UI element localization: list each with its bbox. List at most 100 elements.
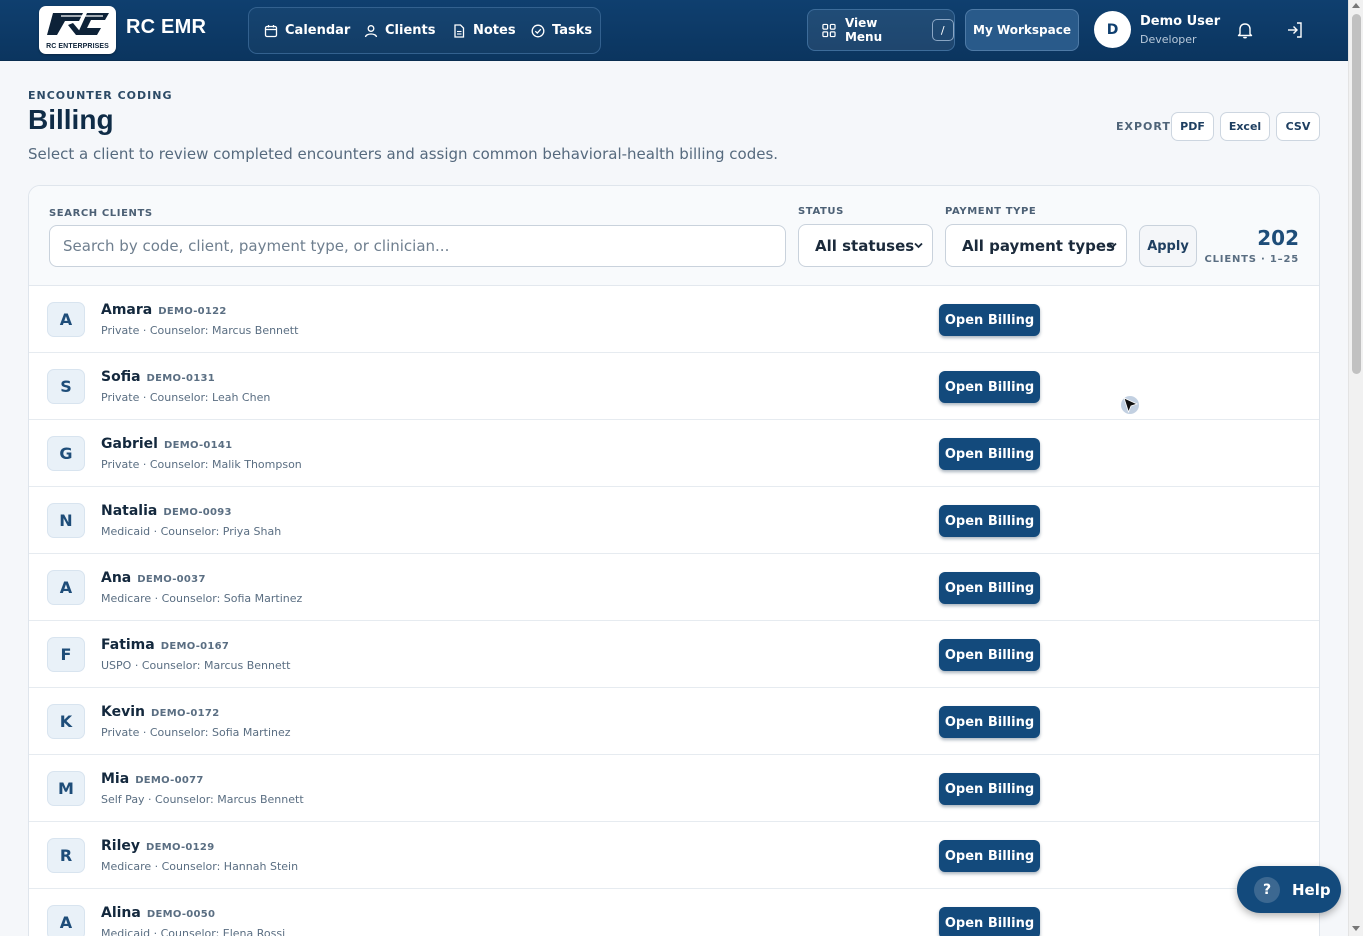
client-code: DEMO-0093 <box>163 507 232 518</box>
client-code: DEMO-0167 <box>160 641 230 652</box>
client-row: G Gabriel DEMO-0141 Private · Counselor: Ma… <box>29 420 1319 487</box>
client-code: DEMO-0077 <box>135 775 204 786</box>
client-meta: Medicaid · Counselor: Priya Shah <box>101 525 282 538</box>
export-pdf-button[interactable]: PDF <box>1171 112 1214 141</box>
client-code: DEMO-0122 <box>158 306 227 317</box>
client-meta: Medicaid · Counselor: Elena Rossi <box>101 927 286 936</box>
export-label: EXPORT <box>1116 120 1171 133</box>
client-name: Alina DEMO-0050 <box>101 905 215 921</box>
scrollbar-thumb[interactable] <box>1352 14 1361 374</box>
apply-filters-button[interactable]: Apply <box>1139 225 1197 267</box>
chevron-down-icon <box>914 242 923 249</box>
export-csv-button[interactable]: CSV <box>1276 112 1320 141</box>
help-button[interactable]: ? Help <box>1237 866 1341 913</box>
user-avatar[interactable]: D <box>1094 11 1131 48</box>
logout-button[interactable] <box>1284 19 1306 41</box>
client-name-text: Ana <box>101 570 132 586</box>
company-logo[interactable]: RC ENTERPRISES <box>39 6 116 54</box>
client-row: M Mia DEMO-0077 Self Pay · Counselor: Marcu… <box>29 755 1319 822</box>
client-name-text: Riley <box>101 838 140 854</box>
nav-clients-label: Clients <box>385 23 436 38</box>
export-excel-button[interactable]: Excel <box>1220 112 1270 141</box>
open-billing-button[interactable]: Open Billing <box>939 840 1040 872</box>
main-nav: Calendar Clients Notes Tasks <box>248 7 601 54</box>
top-navigation-bar: RC ENTERPRISES RC EMR Calendar Clients N… <box>0 0 1348 61</box>
notifications-button[interactable] <box>1234 19 1256 41</box>
client-row: K Kevin DEMO-0172 Private · Counselor: Sofi… <box>29 688 1319 755</box>
open-billing-button[interactable]: Open Billing <box>939 438 1040 470</box>
filter-bar: SEARCH CLIENTS STATUS All statuses PAYME… <box>29 186 1319 286</box>
status-select[interactable]: All statuses <box>798 224 933 267</box>
client-initial-avatar: K <box>47 704 85 739</box>
check-circle-icon <box>531 24 545 37</box>
scroll-down-arrow-icon[interactable] <box>1352 926 1360 931</box>
nav-tasks[interactable]: Tasks <box>531 8 592 53</box>
client-initial-avatar: R <box>47 838 85 873</box>
client-meta: Private · Counselor: Leah Chen <box>101 391 271 404</box>
open-billing-button[interactable]: Open Billing <box>939 706 1040 738</box>
client-row: A Amara DEMO-0122 Private · Counselor: Marc… <box>29 286 1319 353</box>
page-eyebrow: ENCOUNTER CODING <box>28 89 173 102</box>
client-initial-avatar: G <box>47 436 85 471</box>
client-name: Ana DEMO-0037 <box>101 570 206 586</box>
nav-tasks-label: Tasks <box>552 23 593 38</box>
open-billing-button[interactable]: Open Billing <box>939 371 1040 403</box>
status-select-value: All statuses <box>815 236 915 255</box>
nav-clients[interactable]: Clients <box>364 8 435 53</box>
page-description: Select a client to review completed enco… <box>28 145 779 163</box>
client-code: DEMO-0131 <box>146 373 215 384</box>
client-initial-avatar: A <box>47 905 85 936</box>
open-billing-button[interactable]: Open Billing <box>939 907 1040 936</box>
payment-type-label: PAYMENT TYPE <box>945 206 1037 217</box>
client-initial-avatar: S <box>47 369 85 404</box>
calendar-icon <box>264 24 278 37</box>
client-meta: Self Pay · Counselor: Marcus Bennett <box>101 793 304 806</box>
payment-type-select[interactable]: All payment types <box>945 224 1127 267</box>
open-billing-button[interactable]: Open Billing <box>939 304 1040 336</box>
client-name: Kevin DEMO-0172 <box>101 704 219 720</box>
client-name-text: Alina <box>101 905 141 921</box>
client-name-text: Sofia <box>101 369 141 385</box>
grid-icon <box>822 23 836 37</box>
document-icon <box>454 23 465 38</box>
user-name: Demo User <box>1140 14 1221 29</box>
billing-clients-card: SEARCH CLIENTS STATUS All statuses PAYME… <box>28 185 1320 936</box>
nav-calendar-label: Calendar <box>285 23 351 38</box>
client-name: Riley DEMO-0129 <box>101 838 214 854</box>
client-code: DEMO-0172 <box>151 708 220 719</box>
mouse-cursor-icon <box>1121 396 1139 414</box>
search-input[interactable] <box>49 225 786 267</box>
shortcut-key-badge: / <box>931 19 954 41</box>
client-name: Sofia DEMO-0131 <box>101 369 215 385</box>
client-meta: Private · Counselor: Malik Thompson <box>101 458 302 471</box>
open-billing-button[interactable]: Open Billing <box>939 505 1040 537</box>
client-initial-avatar: A <box>47 570 85 605</box>
logout-icon <box>1288 22 1302 38</box>
question-icon: ? <box>1254 876 1280 903</box>
open-billing-button[interactable]: Open Billing <box>939 639 1040 671</box>
client-meta: Medicare · Counselor: Hannah Stein <box>101 860 299 873</box>
help-label: Help <box>1292 880 1331 899</box>
status-label: STATUS <box>798 206 844 217</box>
scroll-up-arrow-icon[interactable] <box>1352 3 1360 8</box>
nav-notes[interactable]: Notes <box>452 8 516 53</box>
client-name: Natalia DEMO-0093 <box>101 503 232 519</box>
payment-type-select-value: All payment types <box>962 236 1115 255</box>
rc-logo-icon <box>47 13 109 35</box>
nav-calendar[interactable]: Calendar <box>264 8 350 53</box>
client-list: A Amara DEMO-0122 Private · Counselor: Marc… <box>29 286 1319 936</box>
client-name-text: Gabriel <box>101 436 158 452</box>
view-menu-button[interactable]: View Menu / <box>807 9 955 51</box>
client-code: DEMO-0037 <box>137 574 206 585</box>
client-code: DEMO-0050 <box>146 909 216 920</box>
client-code: DEMO-0141 <box>163 440 233 451</box>
client-name-text: Natalia <box>101 503 158 519</box>
page-scrollbar[interactable] <box>1348 0 1363 936</box>
open-billing-button[interactable]: Open Billing <box>939 773 1040 805</box>
page-title: Billing <box>28 104 114 135</box>
open-billing-button[interactable]: Open Billing <box>939 572 1040 604</box>
my-workspace-button[interactable]: My Workspace <box>965 9 1079 51</box>
search-label: SEARCH CLIENTS <box>49 208 153 219</box>
client-name: Amara DEMO-0122 <box>101 302 227 318</box>
client-name: Mia DEMO-0077 <box>101 771 204 787</box>
